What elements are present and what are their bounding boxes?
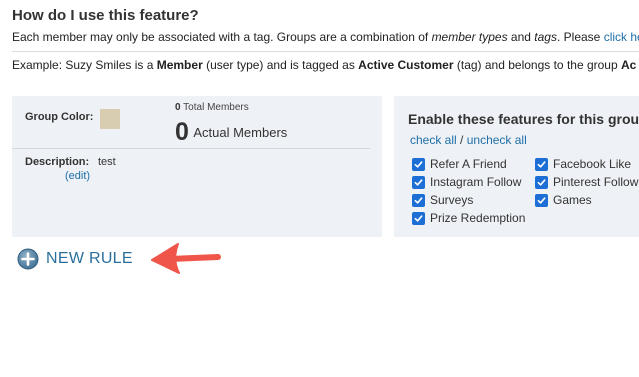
check-links: check all / uncheck all [410, 133, 527, 147]
check-links-separator: / [460, 133, 464, 147]
checkbox-checked-icon[interactable] [535, 157, 548, 171]
group-color-label: Group Color: [25, 111, 94, 123]
feature-label: Pinterest Follow [553, 175, 639, 189]
actual-members-count: 0 [175, 118, 189, 146]
new-rule-button[interactable]: NEW RULE [17, 248, 133, 270]
example-member: Member [156, 58, 203, 72]
total-members: 0 Total Members [175, 102, 249, 113]
group-info-panel: Group Color: 0 Total Members 0 Actual Me… [12, 96, 382, 237]
panel-divider [12, 148, 370, 149]
checkbox-checked-icon[interactable] [412, 157, 425, 171]
feature-surveys[interactable]: Surveys [412, 193, 473, 207]
uncheck-all-link[interactable]: uncheck all [467, 133, 527, 147]
help-title: How do I use this feature? [12, 7, 199, 24]
help-description: Each member may only be associated with … [12, 30, 639, 44]
help-text-tags: tags [534, 30, 557, 44]
click-here-link[interactable]: click here [604, 30, 639, 44]
feature-games[interactable]: Games [535, 193, 592, 207]
checkbox-checked-icon[interactable] [412, 193, 425, 207]
checkbox-checked-icon[interactable] [412, 211, 425, 225]
example-text: Example: Suzy Smiles is a Member (user t… [12, 58, 636, 72]
actual-members: 0 Actual Members [175, 118, 287, 147]
feature-label: Prize Redemption [430, 211, 526, 225]
description-label: Description: [25, 156, 90, 168]
description-value: test [98, 156, 116, 168]
feature-label: Facebook Like [553, 157, 632, 171]
new-rule-label: NEW RULE [46, 250, 133, 267]
feature-label: Surveys [430, 193, 474, 207]
feature-label: Refer A Friend [430, 157, 507, 171]
red-arrow-icon [151, 243, 221, 274]
help-text-part: Each member may only be associated with … [12, 30, 432, 44]
example-text-part: (user type) and is tagged as [202, 58, 359, 72]
checkbox-checked-icon[interactable] [535, 193, 548, 207]
group-color-swatch[interactable] [100, 109, 120, 129]
feature-refer-a-friend[interactable]: Refer A Friend [412, 157, 507, 171]
example-tag: Active Customer [358, 58, 454, 72]
checkbox-checked-icon[interactable] [535, 175, 548, 189]
actual-members-label: Actual Members [193, 125, 288, 140]
feature-instagram-follow[interactable]: Instagram Follow [412, 175, 521, 189]
help-text-part: and [507, 30, 535, 44]
feature-label: Games [553, 193, 592, 207]
example-group: Ac [620, 58, 637, 72]
example-text-part: (tag) and belongs to the group [453, 58, 621, 72]
help-divider [12, 51, 639, 52]
edit-description-link[interactable]: (edit) [65, 170, 90, 182]
plus-circle-icon [17, 248, 39, 270]
help-text-member-types: member types [431, 30, 508, 44]
feature-facebook-like[interactable]: Facebook Like [535, 157, 631, 171]
checkbox-checked-icon[interactable] [412, 175, 425, 189]
help-text-part: . Please [556, 30, 604, 44]
check-all-link[interactable]: check all [410, 133, 457, 147]
features-panel: Enable these features for this grou chec… [394, 96, 639, 237]
total-members-count: 0 [175, 102, 181, 113]
feature-prize-redemption[interactable]: Prize Redemption [412, 211, 525, 225]
feature-label: Instagram Follow [430, 175, 522, 189]
feature-pinterest-follow[interactable]: Pinterest Follow [535, 175, 638, 189]
features-title: Enable these features for this grou [408, 111, 639, 127]
example-text-part: Example: Suzy Smiles is a [12, 58, 157, 72]
total-members-label: Total Members [183, 102, 249, 113]
